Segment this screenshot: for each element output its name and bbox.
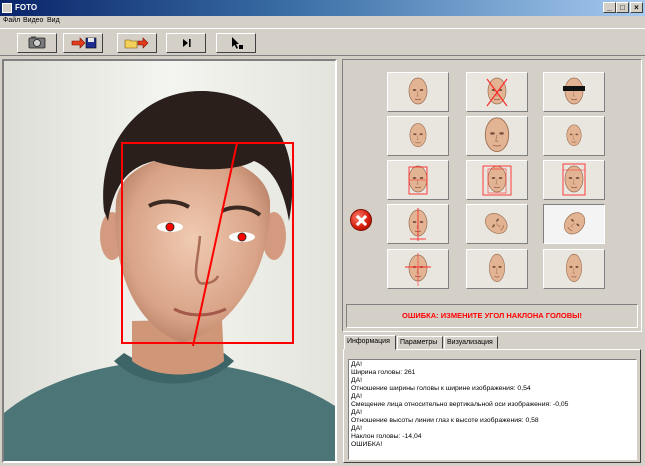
menu-bar: Файл Видео Вид [0,16,645,28]
head-small-icon [409,123,427,148]
menu-file[interactable]: Файл [3,17,20,24]
app-icon [2,3,12,13]
head-thumb-14[interactable] [466,249,528,289]
log-line: ДА! [351,425,363,432]
menu-view[interactable]: Вид [47,17,60,24]
capture-button[interactable] [17,33,57,53]
head-frame-high-icon [562,163,586,196]
minimize-button[interactable]: _ [603,2,616,13]
log-line: Наклон головы: -14,04 [351,433,422,440]
head-thumb-2[interactable] [466,72,528,112]
camera-icon [28,36,46,49]
head-thumb-11[interactable] [466,204,528,244]
title-bar: FOTO _ □ × [0,0,645,16]
info-log[interactable]: ДА! Ширина головы: 261 ДА! Отношение шир… [348,359,637,460]
head-width-frame-icon [408,165,428,195]
face-photo [4,61,335,461]
head-thumb-3[interactable] [543,72,605,112]
status-message: ОШИБКА: ИЗМЕНИТЕ УГОЛ НАКЛОНА ГОЛОВЫ! [346,304,638,328]
tab-panel: ДА! Ширина головы: 261 ДА! Отношение шир… [343,349,641,463]
head-thumb-1[interactable] [387,72,449,112]
cursor-icon [232,37,243,49]
head-eye-line-icon [405,253,431,286]
tab-parameters[interactable]: Параметры [397,336,443,349]
head-thumb-8[interactable] [466,160,528,200]
head-thumb-10[interactable] [387,204,449,244]
select-button[interactable] [216,33,256,53]
head-thumb-6[interactable] [543,116,605,156]
head-thumb-13[interactable] [387,249,449,289]
error-icon [350,209,372,231]
log-line: ДА! [351,377,363,384]
head-front-icon [408,77,428,105]
head-tilted-right-icon [485,213,508,234]
log-line: Ширина головы: 261 [351,369,416,376]
maximize-button[interactable]: □ [616,2,629,13]
head-thumb-5[interactable] [466,116,528,156]
log-line: Смещение лица относительно вертикальной … [351,401,569,408]
head-large-icon [484,117,510,153]
save-frame-button[interactable] [63,33,103,53]
head-tilted-left-icon [564,212,586,235]
log-line: ДА! [351,361,363,368]
menu-video[interactable]: Видео [23,17,43,24]
log-line: Отношение высоты линии глаз к высоте изо… [351,417,539,424]
head-turned-left-icon [566,253,582,282]
open-file-button[interactable] [117,33,157,53]
head-vertical-axis-icon [408,208,428,241]
head-thumb-15[interactable] [543,249,605,289]
toolbar [0,28,645,56]
step-button[interactable] [166,33,206,53]
head-smaller-icon [566,124,582,146]
log-line: Отношение ширины головы к ширине изображ… [351,385,531,392]
head-turned-right-icon [489,253,505,282]
tab-visualization[interactable]: Визуализация [444,336,498,349]
head-crossed-icon [486,77,508,107]
play-step-icon [183,39,191,47]
head-thumb-9[interactable] [543,160,605,200]
head-thumb-4[interactable] [387,116,449,156]
close-button[interactable]: × [630,2,643,13]
head-thumb-12[interactable] [543,204,605,244]
head-thumb-7[interactable] [387,160,449,200]
head-frame-wide-icon [482,165,512,196]
head-eyes-masked-icon [563,77,585,105]
log-line: ДА! [351,409,363,416]
log-line: ОШИБКА! [351,441,383,448]
log-line: ДА! [351,393,363,400]
tab-information[interactable]: Информация [344,335,396,350]
arrow-save-icon [71,37,97,49]
window-title: FOTO [15,3,38,12]
open-arrow-icon [124,37,149,49]
photo-view[interactable] [2,59,337,463]
